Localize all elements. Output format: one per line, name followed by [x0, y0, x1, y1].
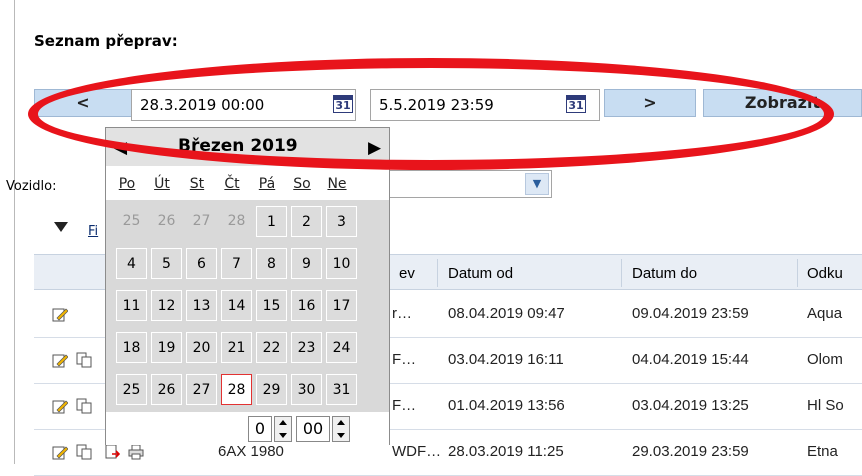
calendar-day[interactable]: 9 [291, 248, 322, 279]
calendar-day[interactable]: 26 [151, 374, 182, 405]
calendar-day[interactable]: 7 [221, 248, 252, 279]
calendar-days-grid: 25 26 27 28 1 2 3 4 5 6 7 8 9 10 11 12 13 14 15 16 17 18 19 20 2… [106, 200, 389, 412]
cell-date-from: 08.04.2019 09:47 [448, 305, 565, 322]
edit-icon[interactable] [52, 444, 68, 460]
minute-spinner[interactable] [332, 416, 350, 442]
calendar-day[interactable]: 19 [151, 332, 182, 363]
column-header-date-from[interactable]: Datum od [448, 265, 513, 282]
collapse-triangle-icon[interactable] [54, 222, 68, 232]
cell-date-to: 29.03.2019 23:59 [632, 443, 749, 460]
calendar-day[interactable]: 23 [291, 332, 322, 363]
edit-icon[interactable] [52, 306, 68, 322]
calendar-day[interactable]: 22 [256, 332, 287, 363]
calendar-day[interactable]: 29 [256, 374, 287, 405]
cell-plate: 6AX 1980 [218, 443, 284, 460]
hour-spinner[interactable] [274, 416, 292, 442]
weekday-label: Po [118, 176, 136, 192]
column-header-date-to[interactable]: Datum do [632, 265, 697, 282]
export-icon[interactable] [104, 444, 120, 460]
calendar-day[interactable]: 1 [256, 206, 287, 237]
edit-icon[interactable] [52, 398, 68, 414]
calendar-day[interactable]: 27 [186, 206, 217, 237]
weekday-label: So [293, 176, 311, 192]
calendar-day[interactable]: 26 [151, 206, 182, 237]
calendar-day[interactable]: 3 [326, 206, 357, 237]
weekday-label: Út [154, 176, 170, 192]
print-icon[interactable] [128, 444, 144, 460]
cell-vehicle: F… [392, 351, 417, 368]
calendar-day[interactable]: 25 [116, 374, 147, 405]
calendar-day[interactable]: 11 [116, 290, 147, 321]
calendar-day[interactable]: 6 [186, 248, 217, 279]
cell-date-from: 03.04.2019 16:11 [448, 351, 564, 368]
cell-vehicle: WDF… [392, 443, 442, 460]
time-picker: 0 00 [106, 414, 389, 445]
cell-date-to: 04.04.2019 15:44 [632, 351, 749, 368]
cell-origin: Hl So [807, 397, 844, 414]
left-border-line [14, 0, 15, 464]
cell-vehicle: F… [392, 397, 417, 414]
calendar-day[interactable]: 2 [291, 206, 322, 237]
cell-date-to: 03.04.2019 13:25 [632, 397, 749, 414]
copy-icon[interactable] [76, 398, 92, 414]
calendar-day[interactable]: 4 [116, 248, 147, 279]
calendar-day[interactable]: 10 [326, 248, 357, 279]
calendar-day[interactable]: 15 [256, 290, 287, 321]
weekday-label: Ne [327, 176, 347, 192]
weekday-label: St [189, 176, 205, 192]
copy-icon[interactable] [76, 352, 92, 368]
calendar-day[interactable]: 12 [151, 290, 182, 321]
cell-date-from: 28.03.2019 11:25 [448, 443, 564, 460]
calendar-day[interactable]: 16 [291, 290, 322, 321]
calendar-day[interactable]: 14 [221, 290, 252, 321]
calendar-day[interactable]: 13 [186, 290, 217, 321]
column-header-origin[interactable]: Odku [807, 265, 843, 282]
calendar-day[interactable]: 5 [151, 248, 182, 279]
chevron-down-icon[interactable]: ▼ [525, 173, 549, 195]
hour-input[interactable]: 0 [248, 416, 272, 442]
weekday-label: Pá [258, 176, 276, 192]
calendar-day[interactable]: 21 [221, 332, 252, 363]
vehicle-label: Vozidlo: [6, 179, 57, 194]
calendar-day[interactable]: 18 [116, 332, 147, 363]
filter-link[interactable]: Fi [88, 224, 98, 239]
cell-origin: Aqua [807, 305, 843, 322]
weekday-label: Čt [224, 176, 240, 192]
cell-origin: Olom [807, 351, 843, 368]
calendar-day[interactable]: 28 [221, 374, 252, 405]
vehicle-select[interactable]: ▼ [388, 170, 552, 198]
cell-vehicle: r… [392, 305, 412, 322]
page-title: Seznam přeprav: [34, 32, 178, 50]
calendar-day[interactable]: 27 [186, 374, 217, 405]
calendar-popup: ◀ Březen 2019 ▶ 25 26 27 28 1 2 3 4 5 6 7 8 9 10 11 12 1… [105, 127, 390, 445]
calendar-day[interactable]: 30 [291, 374, 322, 405]
calendar-day[interactable]: 17 [326, 290, 357, 321]
edit-icon[interactable] [52, 352, 68, 368]
copy-icon[interactable] [76, 444, 92, 460]
calendar-day[interactable]: 20 [186, 332, 217, 363]
highlight-oval [28, 58, 834, 170]
cell-date-from: 01.04.2019 13:56 [448, 397, 565, 414]
cell-date-to: 09.04.2019 23:59 [632, 305, 749, 322]
minute-input[interactable]: 00 [296, 416, 330, 442]
column-header[interactable]: ev [399, 265, 415, 282]
calendar-day[interactable]: 31 [326, 374, 357, 405]
calendar-day[interactable]: 28 [221, 206, 252, 237]
cell-origin: Etna [807, 443, 838, 460]
calendar-day[interactable]: 8 [256, 248, 287, 279]
calendar-day[interactable]: 25 [116, 206, 147, 237]
calendar-day[interactable]: 24 [326, 332, 357, 363]
